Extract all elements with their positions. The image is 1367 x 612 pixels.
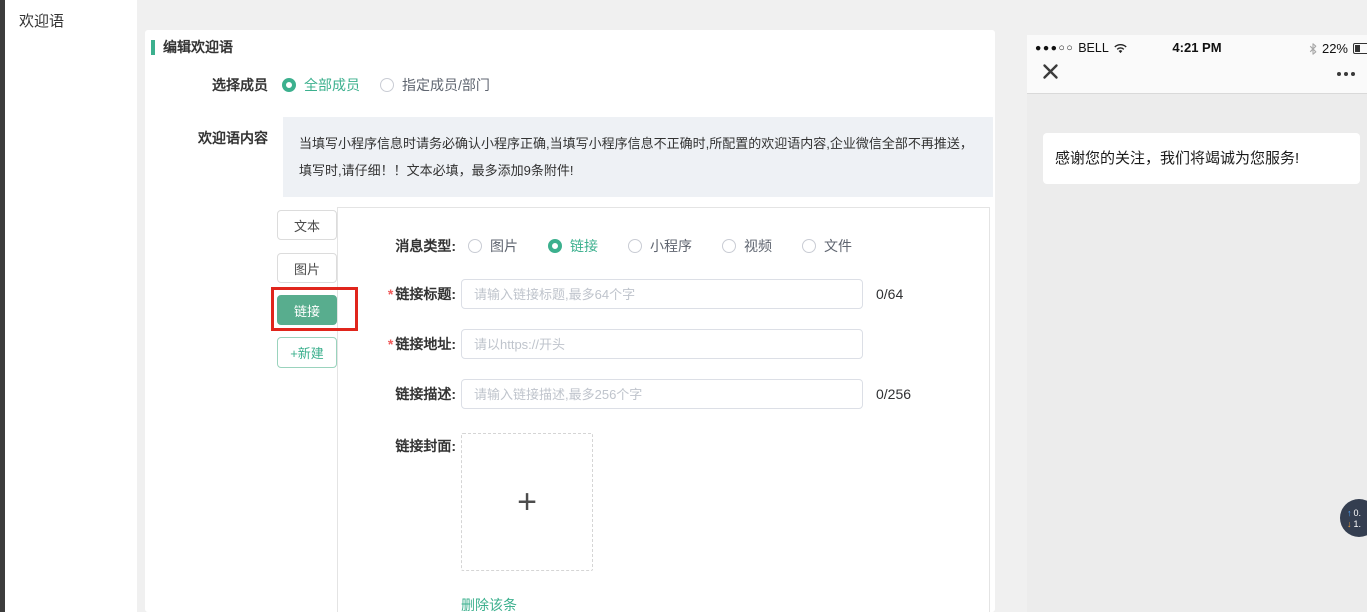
delete-item-link[interactable]: 删除该条 <box>461 595 517 612</box>
link-url-label-text: 链接地址: <box>395 336 456 352</box>
tab-text[interactable]: 文本 <box>277 210 337 240</box>
radio-type-file-label: 文件 <box>824 236 852 256</box>
radio-all-members-label: 全部成员 <box>304 75 360 95</box>
member-select-row: 选择成员 全部成员 指定成员/部门 <box>145 75 490 95</box>
tab-link[interactable]: 链接 <box>277 295 337 325</box>
phone-nav-bar <box>1027 57 1367 93</box>
link-cover-row: 链接封面: + <box>338 433 593 571</box>
radio-type-link[interactable]: 链接 <box>548 236 598 256</box>
radio-all-members[interactable]: 全部成员 <box>282 75 360 95</box>
welcome-content-row: 欢迎语内容 当填写小程序信息时请务必确认小程序正确,当填写小程序信息不正确时,所… <box>145 117 993 197</box>
link-desc-label: 链接描述: <box>338 384 456 404</box>
radio-unselected-icon <box>722 239 736 253</box>
status-right: 22% <box>1309 41 1367 56</box>
link-form-panel: 消息类型: 图片 链接 小程序 <box>337 207 990 612</box>
add-attachment-button[interactable]: +新建 <box>277 337 337 368</box>
radio-type-video-label: 视频 <box>744 236 772 256</box>
message-type-radio-group: 图片 链接 小程序 视频 <box>468 236 852 256</box>
battery-percent-label: 22% <box>1322 41 1348 56</box>
message-type-row: 消息类型: 图片 链接 小程序 <box>338 236 852 256</box>
link-title-counter: 0/64 <box>876 286 903 302</box>
link-url-label: *链接地址: <box>338 334 456 354</box>
radio-type-file[interactable]: 文件 <box>802 236 852 256</box>
welcome-content-notice: 当填写小程序信息时请务必确认小程序正确,当填写小程序信息不正确时,所配置的欢迎语… <box>283 117 993 197</box>
radio-unselected-icon <box>628 239 642 253</box>
radio-specified-members[interactable]: 指定成员/部门 <box>380 75 490 95</box>
download-arrow-icon: ↓ <box>1347 519 1352 529</box>
section-accent-bar <box>151 40 155 55</box>
radio-selected-icon <box>548 239 562 253</box>
radio-type-miniprogram[interactable]: 小程序 <box>628 236 692 256</box>
member-select-radio-group: 全部成员 指定成员/部门 <box>282 75 490 95</box>
app-canvas: 欢迎语 编辑欢迎语 选择成员 全部成员 指定成员/部门 欢迎语内容 当填写小程序… <box>0 0 1367 612</box>
link-desc-row: 链接描述: 0/256 <box>338 379 911 409</box>
sidebar: 欢迎语 <box>5 0 137 612</box>
download-speed-value: 1. <box>1354 519 1362 529</box>
radio-type-link-label: 链接 <box>570 236 598 256</box>
radio-selected-icon <box>282 78 296 92</box>
required-asterisk: * <box>388 286 393 302</box>
link-title-input[interactable] <box>461 279 863 309</box>
radio-unselected-icon <box>380 78 394 92</box>
member-select-label: 选择成员 <box>145 75 268 95</box>
radio-type-video[interactable]: 视频 <box>722 236 772 256</box>
section-header: 编辑欢迎语 <box>151 37 233 57</box>
close-icon[interactable] <box>1042 63 1059 85</box>
phone-status-bar: ●●●○○ BELL 4:21 PM 22% <box>1027 39 1367 57</box>
battery-icon <box>1353 43 1367 54</box>
radio-unselected-icon <box>468 239 482 253</box>
link-desc-input[interactable] <box>461 379 863 409</box>
radio-unselected-icon <box>802 239 816 253</box>
message-type-label: 消息类型: <box>338 236 456 256</box>
link-title-row: *链接标题: 0/64 <box>338 279 903 309</box>
welcome-message-bubble: 感谢您的关注，我们将竭诚为您服务! <box>1043 133 1360 184</box>
section-title: 编辑欢迎语 <box>163 37 233 57</box>
upload-arrow-icon: ↑ <box>1347 508 1352 518</box>
required-asterisk: * <box>388 336 393 352</box>
more-options-icon[interactable] <box>1337 72 1355 76</box>
phone-preview: ●●●○○ BELL 4:21 PM 22% <box>1027 35 1367 612</box>
cover-upload-box[interactable]: + <box>461 433 593 571</box>
phone-chat-area: 感谢您的关注，我们将竭诚为您服务! <box>1027 94 1367 612</box>
link-desc-counter: 0/256 <box>876 386 911 402</box>
upload-speed-value: 0. <box>1354 508 1362 518</box>
link-url-input[interactable] <box>461 329 863 359</box>
radio-type-miniprogram-label: 小程序 <box>650 236 692 256</box>
link-url-row: *链接地址: <box>338 329 863 359</box>
welcome-content-label: 欢迎语内容 <box>145 117 268 148</box>
link-title-label-text: 链接标题: <box>395 286 456 302</box>
radio-type-image[interactable]: 图片 <box>468 236 518 256</box>
radio-specified-members-label: 指定成员/部门 <box>402 75 490 95</box>
tab-image[interactable]: 图片 <box>277 253 337 283</box>
bluetooth-icon <box>1309 43 1317 55</box>
link-title-label: *链接标题: <box>338 284 456 304</box>
sidebar-item-welcome-message[interactable]: 欢迎语 <box>5 0 137 31</box>
radio-type-image-label: 图片 <box>490 236 518 256</box>
plus-icon: + <box>517 485 537 519</box>
link-cover-label: 链接封面: <box>338 433 456 456</box>
main-panel: 编辑欢迎语 选择成员 全部成员 指定成员/部门 欢迎语内容 当填写小程序信息时请… <box>145 30 995 612</box>
